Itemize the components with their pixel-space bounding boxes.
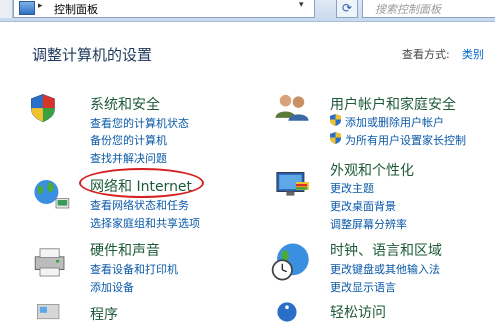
link-add-remove-accounts[interactable]: 添加或删除用户帐户 <box>345 114 444 130</box>
appearance-icon[interactable] <box>270 166 314 206</box>
view-by-dropdown[interactable]: 类别 <box>462 46 484 62</box>
view-by-label: 查看方式: <box>402 48 450 61</box>
uac-shield-icon <box>330 114 341 126</box>
page-title: 调整计算机的设置 <box>32 46 153 64</box>
control-panel-icon <box>19 1 35 15</box>
link-homegroup-sharing[interactable]: 选择家庭组和共享选项 <box>90 215 200 231</box>
refresh-icon: ⟳ <box>341 1 353 15</box>
link-backup-computer[interactable]: 备份您的计算机 <box>90 132 167 148</box>
breadcrumb-separator-icon[interactable]: ▸ <box>38 1 43 11</box>
link-view-computer-status[interactable]: 查看您的计算机状态 <box>90 115 189 131</box>
category-title-programs[interactable]: 程序 <box>90 304 118 324</box>
address-toolbar: ▸ 控制面板 ▾ ⟳ 搜索控制面板 <box>0 0 495 22</box>
programs-icon[interactable] <box>30 302 70 332</box>
link-change-keyboard-input[interactable]: 更改键盘或其他输入法 <box>330 261 440 277</box>
refresh-button[interactable]: ⟳ <box>336 0 358 18</box>
link-view-devices-printers[interactable]: 查看设备和打印机 <box>90 261 178 277</box>
shield-icon[interactable] <box>30 92 66 130</box>
category-title-ease-of-access[interactable]: 轻松访问 <box>330 302 386 322</box>
category-title-appearance[interactable]: 外观和个性化 <box>330 160 414 180</box>
category-title-clock-language-region[interactable]: 时钟、语言和区域 <box>330 240 442 260</box>
link-parental-controls[interactable]: 为所有用户设置家长控制 <box>345 132 466 148</box>
uac-shield-icon <box>330 132 341 144</box>
category-title-user-accounts[interactable]: 用户帐户和家庭安全 <box>330 94 456 114</box>
category-title-hardware-sound[interactable]: 硬件和声音 <box>90 240 160 260</box>
category-title-system-security[interactable]: 系统和安全 <box>90 94 160 114</box>
forward-button[interactable] <box>0 0 13 18</box>
chevron-down-icon[interactable]: ▾ <box>299 0 304 10</box>
link-adjust-resolution[interactable]: 调整屏幕分辨率 <box>330 216 407 232</box>
users-icon[interactable] <box>270 92 314 128</box>
link-change-theme[interactable]: 更改主题 <box>330 180 374 196</box>
search-input[interactable]: 搜索控制面板 <box>362 0 495 18</box>
ease-of-access-icon[interactable] <box>270 300 310 330</box>
printer-icon[interactable] <box>30 244 74 284</box>
clock-globe-icon[interactable] <box>270 240 314 284</box>
network-globe-icon[interactable] <box>30 176 74 216</box>
link-change-display-language[interactable]: 更改显示语言 <box>330 279 396 295</box>
link-network-status[interactable]: 查看网络状态和任务 <box>90 197 189 213</box>
highlight-ellipse <box>79 168 204 198</box>
link-troubleshoot[interactable]: 查找并解决问题 <box>90 150 167 166</box>
link-change-desktop-background[interactable]: 更改桌面背景 <box>330 198 396 214</box>
breadcrumb-control-panel[interactable]: 控制面板 <box>54 1 98 17</box>
address-bar[interactable]: ▸ 控制面板 ▾ <box>13 0 315 18</box>
link-add-device[interactable]: 添加设备 <box>90 279 134 295</box>
search-placeholder: 搜索控制面板 <box>375 3 441 16</box>
